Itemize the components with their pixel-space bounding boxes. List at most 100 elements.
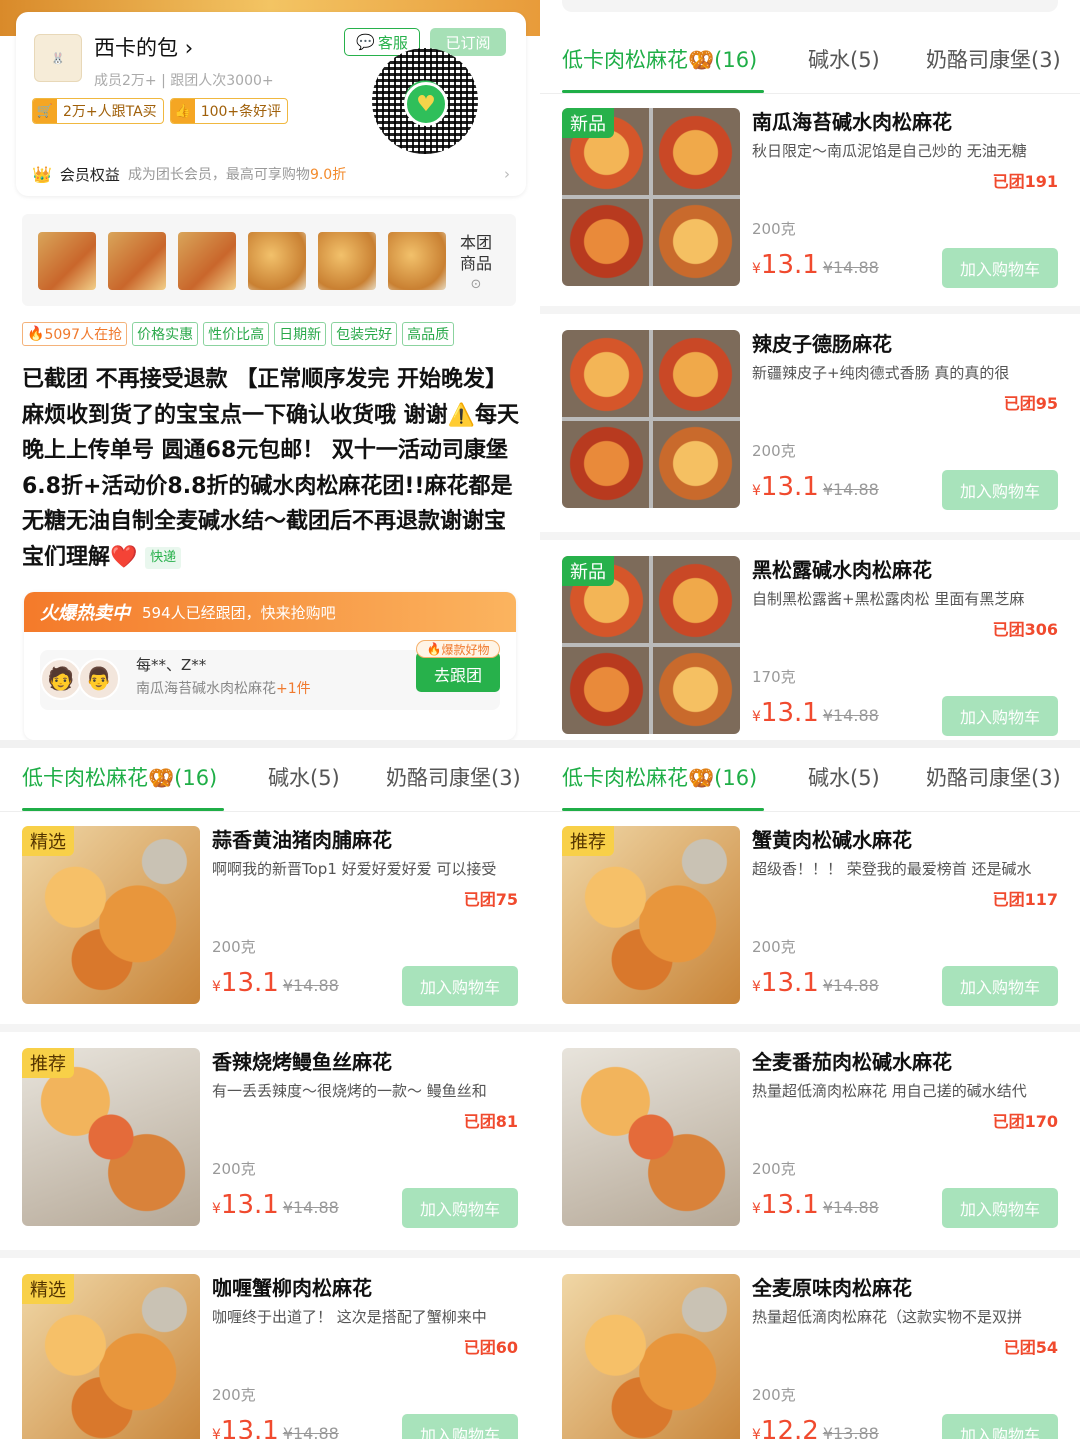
sold-count: 已团54 xyxy=(1003,1338,1058,1357)
crown-icon: 👑 xyxy=(32,164,52,184)
product-card[interactable]: 新品 黑松露碱水肉松麻花 自制黑松露酱+黑松露肉松 里面有黑芝麻 已团306 1… xyxy=(540,542,1080,740)
product-image[interactable]: 精选 xyxy=(22,1274,200,1439)
price-value: 13.1 xyxy=(760,1190,819,1220)
tab-cheese-scone[interactable]: 奶酪司康堡(3) xyxy=(386,762,521,792)
product-image[interactable]: 新品 xyxy=(562,556,740,734)
goods-thumbnail[interactable] xyxy=(388,232,446,290)
active-tab-indicator xyxy=(22,808,224,811)
goods-thumbnail[interactable] xyxy=(318,232,376,290)
hot-title: 火爆热卖中 xyxy=(40,603,130,624)
thumbs-up-icon: 👍 xyxy=(170,99,195,123)
add-to-cart-button[interactable]: 加入购物车 xyxy=(942,470,1058,510)
product-list-panel-top: 低卡肉松麻花🥨(16) 碱水(5) 奶酪司康堡(3) 新品 南瓜海苔碱水肉松麻花… xyxy=(540,0,1080,740)
product-price: ¥13.1 ¥14.88 xyxy=(212,1416,339,1439)
original-price: ¥14.88 xyxy=(822,976,879,995)
tab-low-cal-twist[interactable]: 低卡肉松麻花🥨(16) xyxy=(562,44,757,74)
tab-alkaline[interactable]: 碱水(5) xyxy=(808,762,880,792)
hot-sale-card[interactable]: 火爆热卖中 594人已经跟团，快来抢购吧 🧑 👨 每**、Z** 南瓜海苔碱水肉松… xyxy=(24,592,516,740)
add-to-cart-button[interactable]: 加入购物车 xyxy=(402,1414,518,1439)
product-title[interactable]: 黑松露碱水肉松麻花 xyxy=(752,554,932,583)
tab-alkaline[interactable]: 碱水(5) xyxy=(808,44,880,74)
product-title[interactable]: 南瓜海苔碱水肉松麻花 xyxy=(752,106,952,135)
original-price: ¥13.88 xyxy=(822,1424,879,1439)
goods-thumbnail[interactable] xyxy=(108,232,166,290)
product-image[interactable] xyxy=(562,1274,740,1439)
add-to-cart-button[interactable]: 加入购物车 xyxy=(402,1188,518,1228)
goods-thumbnail[interactable] xyxy=(38,232,96,290)
tab-cheese-scone[interactable]: 奶酪司康堡(3) xyxy=(926,762,1061,792)
product-image[interactable]: 新品 xyxy=(562,108,740,286)
product-image[interactable]: 推荐 xyxy=(562,826,740,1004)
product-weight: 200克 xyxy=(752,1160,796,1178)
add-to-cart-button[interactable]: 加入购物车 xyxy=(942,1414,1058,1439)
product-title[interactable]: 全麦原味肉松麻花 xyxy=(752,1272,912,1301)
product-card[interactable]: 全麦原味肉松麻花 热量超低滴肉松麻花（这款实物不是双拼 已团54 200克 ¥1… xyxy=(540,1260,1080,1439)
product-card[interactable]: 辣皮子德肠麻花 新疆辣皮子+纯肉德式香肠 真的真的很 已团95 200克 ¥13… xyxy=(540,316,1080,541)
product-price: ¥12.2 ¥13.88 xyxy=(752,1416,879,1439)
product-card[interactable]: 全麦番茄肉松碱水麻花 热量超低滴肉松麻花 用自己搓的碱水结代 已团170 200… xyxy=(540,1034,1080,1259)
member-desc-text: 成为团长会员，最高可享购物 xyxy=(127,167,310,183)
sold-count: 已团170 xyxy=(992,1112,1058,1131)
description-text: 已截团 不再接受退款 【正常顺序发完 开始晚发】麻烦收到货了的宝宝点一下确认收货… xyxy=(22,367,520,570)
product-image[interactable]: 精选 xyxy=(22,826,200,1004)
product-weight: 200克 xyxy=(752,938,796,956)
add-to-cart-button[interactable]: 加入购物车 xyxy=(942,966,1058,1006)
original-price: ¥14.88 xyxy=(282,1198,339,1217)
join-group-button[interactable]: 去跟团 xyxy=(416,652,500,692)
all-goods-link[interactable]: 本团商品 ⊙ xyxy=(458,232,494,295)
sold-count: 已团81 xyxy=(463,1112,518,1131)
service-label: 客服 xyxy=(377,33,408,52)
product-price: ¥13.1 ¥14.88 xyxy=(752,968,879,998)
tab-low-cal-twist[interactable]: 低卡肉松麻花🥨(16) xyxy=(22,762,217,792)
product-title[interactable]: 全麦番茄肉松碱水麻花 xyxy=(752,1046,952,1075)
product-card[interactable]: 精选 咖喱蟹柳肉松麻花 咖喱终于出道了！ 这次是搭配了蟹柳来中 已团60 200… xyxy=(0,1260,540,1439)
product-title[interactable]: 辣皮子德肠麻花 xyxy=(752,328,892,357)
product-image[interactable] xyxy=(562,330,740,508)
tab-low-cal-twist[interactable]: 低卡肉松麻花🥨(16) xyxy=(562,762,757,792)
original-price: ¥14.88 xyxy=(822,258,879,277)
product-card[interactable]: 新品 南瓜海苔碱水肉松麻花 秋日限定～南瓜泥馅是自己炒的 无油无糖 已团191 … xyxy=(540,94,1080,319)
promo-tag: 高品质 xyxy=(402,322,455,346)
followers-tag: 🛒 2万+人跟TA买 xyxy=(32,98,164,124)
product-image[interactable] xyxy=(562,1048,740,1226)
product-image[interactable]: 推荐 xyxy=(22,1048,200,1226)
tab-alkaline[interactable]: 碱水(5) xyxy=(268,762,340,792)
member-benefits-row[interactable]: 👑 会员权益 成为团长会员，最高可享购物9.0折 › xyxy=(32,158,510,190)
product-card[interactable]: 精选 蒜香黄油猪肉脯麻花 啊啊我的新晋Top1 好爱好爱好爱 可以接受 已团75… xyxy=(0,812,540,1037)
goods-thumbnail[interactable] xyxy=(178,232,236,290)
add-to-cart-button[interactable]: 加入购物车 xyxy=(942,696,1058,736)
followers-tag-text: 2万+人跟TA买 xyxy=(63,104,157,120)
store-name[interactable]: 西卡的包 › xyxy=(94,32,193,62)
goods-thumbnail[interactable] xyxy=(248,232,306,290)
buyer-product: 南瓜海苔碱水肉松麻花+1件 xyxy=(136,678,311,698)
all-goods-label: 本团商品 xyxy=(459,233,492,273)
price-value: 13.1 xyxy=(760,250,819,280)
product-card[interactable]: 推荐 蟹黄肉松碱水麻花 超级香！！！ 荣登我的最爱榜首 还是碱水 已团117 2… xyxy=(540,812,1080,1037)
original-price: ¥14.88 xyxy=(282,976,339,995)
chevron-right-icon: › xyxy=(504,165,510,183)
add-to-cart-button[interactable]: 加入购物车 xyxy=(402,966,518,1006)
tab-cheese-scone[interactable]: 奶酪司康堡(3) xyxy=(926,44,1061,74)
sold-count: 已团117 xyxy=(992,890,1058,909)
store-meta: 成员2万+ | 跟团人次3000+ xyxy=(94,73,274,89)
member-desc: 成为团长会员，最高可享购物9.0折 xyxy=(128,164,346,184)
store-logo[interactable]: 🐰 xyxy=(34,34,82,82)
category-tabs: 低卡肉松麻花🥨(16) 碱水(5) 奶酪司康堡(3) xyxy=(0,748,540,812)
active-tab-indicator xyxy=(562,90,764,93)
product-title[interactable]: 蒜香黄油猪肉脯麻花 xyxy=(212,824,392,853)
sold-count: 已团60 xyxy=(463,1338,518,1357)
delivery-tag: 快递 xyxy=(145,546,182,569)
product-title[interactable]: 香辣烧烤鳗鱼丝麻花 xyxy=(212,1046,392,1075)
sold-count: 已团306 xyxy=(992,620,1058,639)
product-card[interactable]: 推荐 香辣烧烤鳗鱼丝麻花 有一丢丢辣度～很烧烤的一款～ 鳗鱼丝和 已团81 20… xyxy=(0,1034,540,1259)
active-tab-indicator xyxy=(562,808,764,811)
currency-symbol: ¥ xyxy=(212,979,221,995)
product-title[interactable]: 蟹黄肉松碱水麻花 xyxy=(752,824,912,853)
product-title[interactable]: 咖喱蟹柳肉松麻花 xyxy=(212,1272,372,1301)
store-goods-strip[interactable]: 本团商品 ⊙ xyxy=(22,214,516,306)
store-home-panel: 🐰 西卡的包 › 成员2万+ | 跟团人次3000+ 🛒 2万+人跟TA买 👍 10… xyxy=(0,0,540,740)
product-weight: 200克 xyxy=(752,1386,796,1404)
add-to-cart-button[interactable]: 加入购物车 xyxy=(942,248,1058,288)
add-to-cart-button[interactable]: 加入购物车 xyxy=(942,1188,1058,1228)
product-desc: 超级香！！！ 荣登我的最爱榜首 还是碱水 xyxy=(752,860,1032,878)
